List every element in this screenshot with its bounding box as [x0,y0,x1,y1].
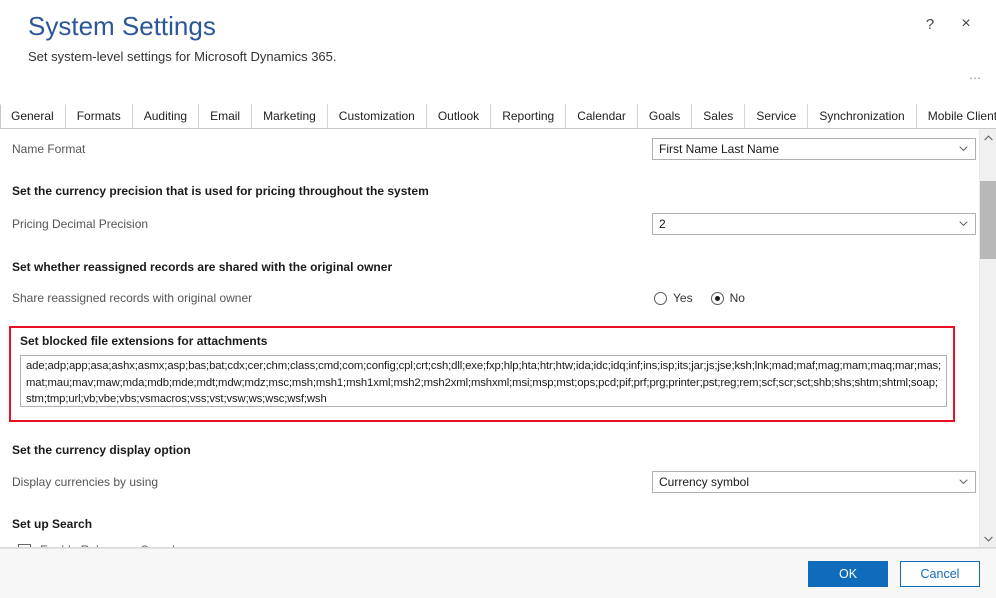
tab-goals[interactable]: Goals [637,104,693,128]
tab-sales[interactable]: Sales [692,104,746,128]
settings-scroll-region: Name Format First Name Last Name Set the… [0,129,996,548]
vertical-scrollbar[interactable] [979,129,996,547]
tab-general[interactable]: General [0,104,66,128]
setup-search-heading: Set up Search [12,517,93,531]
enable-relevance-search-label: Enable Relevance Search [40,542,179,547]
tab-email[interactable]: Email [199,104,253,128]
name-format-dropdown[interactable]: First Name Last Name [652,138,976,160]
tab-reporting[interactable]: Reporting [491,104,567,128]
general-tab-content: Name Format First Name Last Name Set the… [0,129,979,547]
chevron-down-icon [984,536,993,542]
blocked-extensions-heading: Set blocked file extensions for attachme… [20,334,268,348]
name-format-label: Name Format [12,142,86,156]
display-currencies-value: Currency symbol [659,475,750,489]
scrollbar-thumb[interactable] [980,181,996,259]
tab-calendar[interactable]: Calendar [566,104,638,128]
share-reassigned-no-label: No [729,290,745,305]
reassigned-records-heading: Set whether reassigned records are share… [12,260,393,274]
display-currencies-row: Display currencies by using Currency sym… [12,470,979,494]
share-reassigned-radio-no[interactable]: No [710,290,745,305]
currency-display-heading-row: Set the currency display option [12,439,979,461]
share-reassigned-records-label: Share reassigned records with original o… [12,291,253,305]
header-actions: ? × [920,14,976,34]
share-reassigned-records-row: Share reassigned records with original o… [12,287,979,309]
tab-outlook[interactable]: Outlook [426,104,492,128]
display-currencies-field: Currency symbol [652,471,976,493]
name-format-value: First Name Last Name [659,142,780,156]
checkbox-icon[interactable] [18,543,31,547]
page-subtitle: Set system-level settings for Microsoft … [28,49,337,64]
close-icon[interactable]: × [956,14,976,34]
share-reassigned-radio-yes[interactable]: Yes [654,290,693,305]
tab-marketing[interactable]: Marketing [252,104,328,128]
scroll-down-arrow-icon[interactable] [980,530,996,547]
dialog-footer: OK Cancel [0,548,996,598]
help-icon[interactable]: ? [920,14,940,34]
chevron-down-icon [959,479,968,485]
name-format-row: Name Format First Name Last Name [12,137,979,161]
display-currencies-dropdown[interactable]: Currency symbol [652,471,976,493]
display-currencies-label: Display currencies by using [12,475,159,489]
setup-search-heading-row: Set up Search [12,513,979,535]
scroll-up-arrow-icon[interactable] [980,129,996,146]
radio-circle-selected-icon [710,291,724,305]
tab-synchronization[interactable]: Synchronization [808,104,917,128]
currency-precision-heading-row: Set the currency precision that is used … [12,180,979,202]
pricing-decimal-precision-label: Pricing Decimal Precision [12,217,149,231]
name-format-field: First Name Last Name [652,138,976,160]
tab-service[interactable]: Service [745,104,809,128]
page-title: System Settings [28,11,216,41]
radio-circle-icon [654,291,667,305]
blocked-extensions-highlight: Set blocked file extensions for attachme… [9,326,955,422]
dialog-header: System Settings Set system-level setting… [0,0,996,104]
share-reassigned-records-field: Yes No [654,290,978,305]
currency-precision-heading: Set the currency precision that is used … [12,184,429,198]
chevron-down-icon [959,221,968,227]
tab-formats[interactable]: Formats [65,104,133,128]
chevron-up-icon [984,134,993,140]
tab-auditing[interactable]: Auditing [132,104,200,128]
pricing-decimal-precision-row: Pricing Decimal Precision 2 [12,212,979,236]
currency-display-heading: Set the currency display option [12,443,191,457]
share-reassigned-radio-group: Yes No [654,290,978,305]
pricing-decimal-precision-field: 2 [652,213,976,235]
tab-strip: General Formats Auditing Email Marketing… [0,104,996,129]
tab-customization[interactable]: Customization [327,104,427,128]
blocked-extensions-textarea[interactable] [20,355,947,407]
system-settings-dialog: System Settings Set system-level setting… [0,0,996,598]
overflow-menu-icon[interactable]: … [969,68,983,81]
reassigned-records-heading-row: Set whether reassigned records are share… [12,256,979,278]
share-reassigned-yes-label: Yes [673,290,693,305]
chevron-down-icon [959,146,968,152]
cancel-button[interactable]: Cancel [900,560,980,587]
enable-relevance-search-row[interactable]: Enable Relevance Search [12,542,979,547]
pricing-decimal-precision-value: 2 [659,217,666,231]
tab-mobile-client[interactable]: Mobile Client [916,104,996,128]
pricing-decimal-precision-dropdown[interactable]: 2 [652,213,976,235]
ok-button[interactable]: OK [808,560,888,587]
